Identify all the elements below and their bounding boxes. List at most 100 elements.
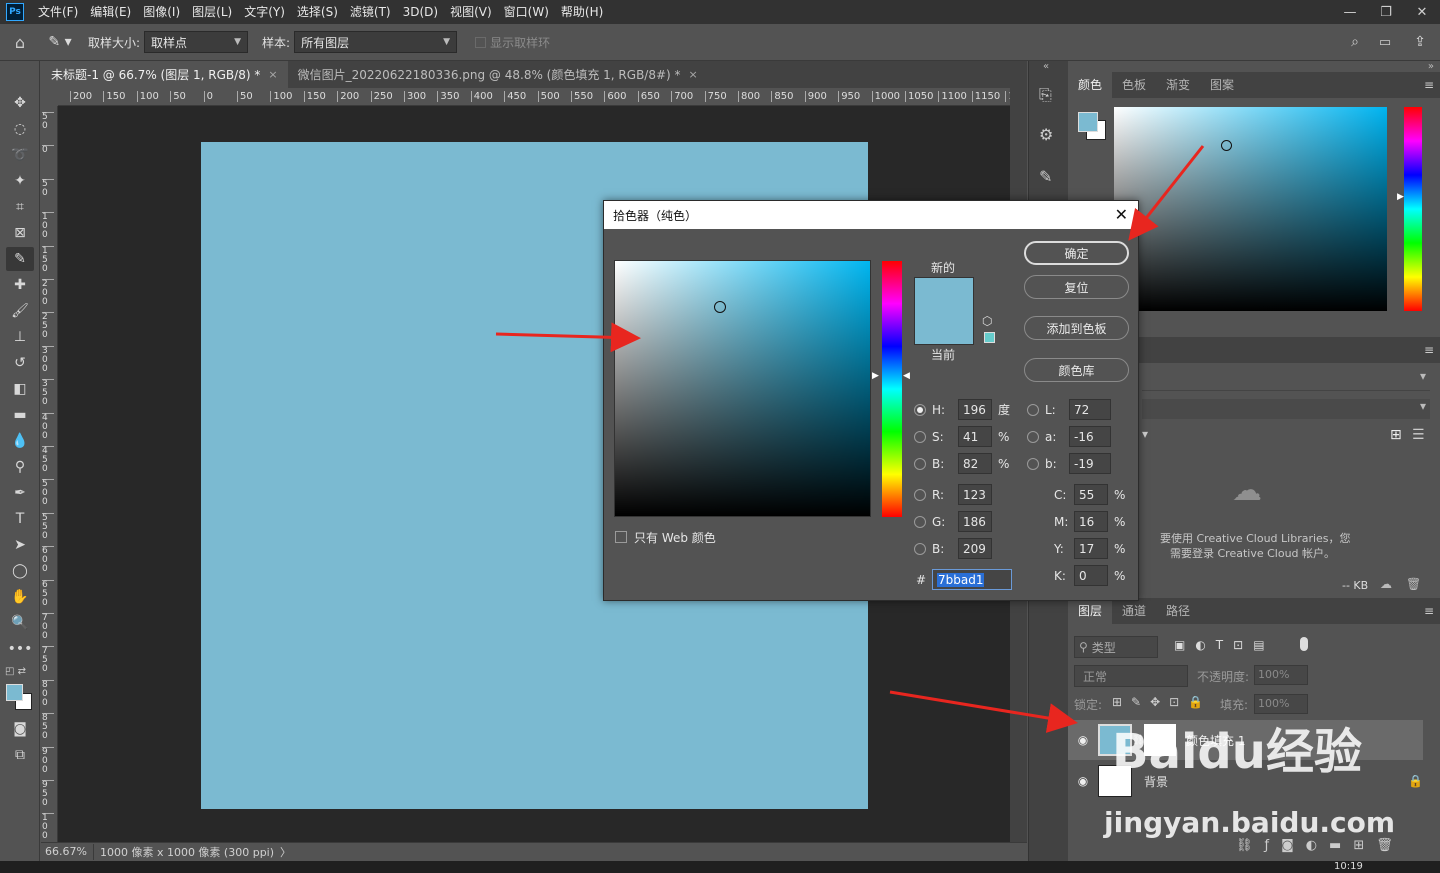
collapse-icon[interactable]: «	[1043, 61, 1049, 72]
hand-tool-icon[interactable]: ✋	[6, 585, 34, 609]
reset-button[interactable]: 复位	[1024, 275, 1129, 299]
brush-settings-icon[interactable]: ✎	[1039, 167, 1052, 186]
tab-layers[interactable]: 图层	[1068, 598, 1113, 624]
hue-slider[interactable]	[882, 261, 902, 517]
color-field[interactable]	[614, 260, 871, 517]
color-field-cursor[interactable]	[714, 301, 726, 313]
close-window-button[interactable]: ✕	[1404, 5, 1440, 20]
lab-a-radio[interactable]	[1027, 430, 1039, 443]
menu-view[interactable]: 视图(V)	[444, 0, 498, 24]
tab-untitled[interactable]: 未标题-1 @ 66.7% (图层 1, RGB/8) * ×	[41, 61, 288, 88]
panel-fg-swatch[interactable]	[1078, 112, 1098, 132]
library-search[interactable]: ▾	[1142, 399, 1430, 419]
default-colors-icon[interactable]: ◰ ⇄	[5, 666, 26, 677]
blend-mode-select[interactable]: 正常	[1074, 665, 1188, 687]
yellow-input[interactable]: 17	[1074, 538, 1108, 559]
tab-wechat-image[interactable]: 微信图片_20220622180336.png @ 48.8% (颜色填充 1,…	[288, 61, 708, 88]
path-selection-tool-icon[interactable]: ➤	[6, 533, 34, 557]
dodge-tool-icon[interactable]: ⚲	[6, 455, 34, 479]
show-ring-checkbox[interactable]	[475, 36, 487, 48]
menu-filter[interactable]: 滤镜(T)	[344, 0, 397, 24]
grid-view-icon[interactable]: ⊞	[1390, 427, 1402, 443]
blue-input[interactable]: 209	[958, 538, 992, 559]
menu-help[interactable]: 帮助(H)	[555, 0, 609, 24]
layers-footer-icons[interactable]: ⛓ƒ◙◐▬⊞🗑	[1236, 838, 1405, 853]
home-icon[interactable]: ⌂	[0, 33, 40, 52]
saturation-input[interactable]: 41	[958, 426, 992, 447]
brightness-radio[interactable]	[914, 457, 926, 470]
hex-input[interactable]: 7bbad1	[932, 569, 1012, 590]
menu-image[interactable]: 图像(I)	[137, 0, 186, 24]
saturation-radio[interactable]	[914, 430, 926, 443]
tab-patterns[interactable]: 图案	[1200, 72, 1244, 98]
menu-file[interactable]: 文件(F)	[32, 0, 84, 24]
lasso-tool-icon[interactable]: ➰	[6, 143, 34, 167]
sample-select[interactable]: 所有图层 ▼	[294, 31, 458, 53]
menu-layer[interactable]: 图层(L)	[186, 0, 238, 24]
tab-gradients[interactable]: 渐变	[1156, 72, 1200, 98]
quick-mask-icon[interactable]: ◙	[6, 717, 34, 741]
type-tool-icon[interactable]: T	[6, 507, 34, 531]
add-to-swatches-button[interactable]: 添加到色板	[1024, 316, 1129, 340]
ellipse-tool-icon[interactable]: ◯	[6, 559, 34, 583]
pen-tool-icon[interactable]: ✒	[6, 481, 34, 505]
eye-icon[interactable]: ◉	[1068, 733, 1098, 747]
marquee-tool-icon[interactable]: ◌	[6, 117, 34, 141]
list-view-icon[interactable]: ☰	[1412, 427, 1425, 443]
menu-type[interactable]: 文字(Y)	[238, 0, 291, 24]
web-safe-swatch[interactable]	[984, 332, 995, 343]
library-select[interactable]: ▾	[1142, 369, 1430, 391]
out-of-gamut-cube-icon[interactable]: ⬡	[982, 314, 992, 328]
tab-paths[interactable]: 路径	[1156, 598, 1200, 624]
move-tool-icon[interactable]: ✥	[6, 91, 34, 115]
color-libraries-button[interactable]: 颜色库	[1024, 358, 1129, 382]
crop-tool-icon[interactable]: ⌗	[6, 195, 34, 219]
minimize-button[interactable]: —	[1332, 5, 1368, 20]
eyedropper-preset-icon[interactable]: ✎ ▾	[40, 34, 80, 50]
close-icon[interactable]: ×	[689, 68, 698, 81]
magic-wand-tool-icon[interactable]: ✦	[6, 169, 34, 193]
sample-size-select[interactable]: 取样点 ▼	[144, 31, 249, 53]
layer-filter-select[interactable]: ⚲ 类型	[1074, 636, 1158, 658]
restore-button[interactable]: ❐	[1368, 5, 1404, 20]
web-only-checkbox[interactable]	[615, 531, 627, 543]
blur-tool-icon[interactable]: 💧	[6, 429, 34, 453]
layer-filter-icons[interactable]: ▣◐T⊡▤	[1174, 638, 1275, 652]
black-input[interactable]: 0	[1074, 565, 1108, 586]
hue-slider-right-marker[interactable]: ◀	[903, 371, 910, 381]
foreground-color-swatch[interactable]	[6, 684, 23, 701]
zoom-level[interactable]: 66.67%	[41, 845, 93, 858]
cloud-sync-icon[interactable]: ☁	[1380, 577, 1392, 591]
lab-l-input[interactable]: 72	[1069, 399, 1111, 420]
panel-menu-icon[interactable]: ≡	[1424, 343, 1440, 357]
panel-color-field[interactable]	[1114, 107, 1387, 311]
brush-tool-icon[interactable]: 🖌	[6, 299, 34, 323]
magenta-input[interactable]: 16	[1074, 511, 1108, 532]
lab-a-input[interactable]: -16	[1069, 426, 1111, 447]
stamp-tool-icon[interactable]: ⊥	[6, 325, 34, 349]
hue-radio[interactable]	[914, 403, 926, 416]
close-icon[interactable]: ×	[268, 68, 277, 81]
blue-radio[interactable]	[914, 542, 926, 555]
screen-mode-icon[interactable]: ⧉	[6, 743, 34, 767]
eraser-tool-icon[interactable]: ◧	[6, 377, 34, 401]
red-input[interactable]: 123	[958, 484, 992, 505]
eyedropper-tool-icon[interactable]: ✎	[6, 247, 34, 271]
workspace-icon[interactable]: ▭	[1370, 35, 1400, 50]
fill-input[interactable]: 100%	[1254, 694, 1308, 714]
menu-3d[interactable]: 3D(D)	[397, 0, 444, 24]
status-arrow-icon[interactable]: 〉	[280, 844, 291, 860]
opacity-input[interactable]: 100%	[1254, 665, 1308, 685]
more-tools-icon[interactable]: •••	[6, 637, 34, 661]
filter-toggle-icon[interactable]	[1300, 637, 1308, 651]
red-radio[interactable]	[914, 488, 926, 501]
zoom-tool-icon[interactable]: 🔍	[6, 611, 34, 635]
green-radio[interactable]	[914, 515, 926, 528]
tab-color[interactable]: 颜色	[1068, 72, 1113, 98]
panel-hue-slider[interactable]	[1404, 107, 1422, 311]
history-brush-tool-icon[interactable]: ↺	[6, 351, 34, 375]
tab-channels[interactable]: 通道	[1112, 598, 1156, 624]
panel-menu-icon[interactable]: ≡	[1424, 604, 1440, 618]
menu-edit[interactable]: 编辑(E)	[84, 0, 137, 24]
hue-input[interactable]: 196	[958, 399, 992, 420]
